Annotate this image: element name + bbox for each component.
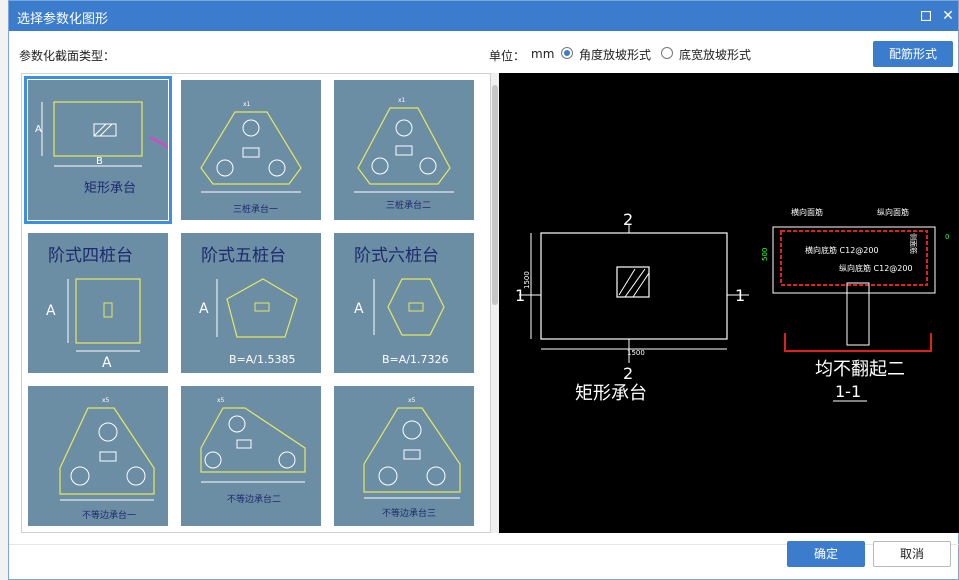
shape-label: 不等边承台三 — [382, 507, 436, 519]
shape-label: 不等边承台一 — [82, 509, 136, 521]
dialog-titlebar: 选择参数化图形 ✕ — [9, 1, 958, 31]
dim-label: B=A/1.7326 — [382, 353, 448, 366]
dim-label: x5 — [102, 397, 110, 404]
plan-title: 矩形承台 — [575, 383, 647, 404]
parametric-shape-dialog: 选择参数化图形 ✕ 参数化截面类型： 单位： mm 角度放坡形式 底宽放坡形式 … — [8, 0, 959, 580]
unit-label: 单位： — [489, 49, 526, 63]
section-dim: 500 — [761, 248, 769, 261]
unit-value: mm — [531, 47, 555, 61]
section-type-label: 参数化截面类型： — [19, 49, 116, 63]
dim-label: x5 — [408, 397, 416, 404]
shape-label: 阶式四桩台 — [48, 246, 133, 266]
dim-height: 1500 — [523, 271, 531, 289]
dim-label: A — [102, 355, 112, 371]
dim-label: A — [35, 124, 42, 135]
rebar-label: 纵向面筋 — [877, 207, 909, 217]
gallery-scrollbar[interactable] — [491, 73, 499, 533]
dim-label: x1 — [398, 97, 406, 104]
shape-label: 三桩承台一 — [233, 203, 278, 215]
shape-cell-unequal-1[interactable]: x5 不等边承台一 — [28, 386, 168, 526]
dialog-title: 选择参数化图形 — [17, 12, 109, 27]
section-mark: 2 — [623, 210, 633, 229]
shape-cell-three-pile-2[interactable]: x1 三桩承台二 — [334, 80, 474, 220]
section-view-label: 1-1 — [835, 382, 861, 401]
dim-label: A — [199, 301, 209, 317]
dim-label: x1 — [243, 101, 251, 108]
dim-label: B — [96, 156, 103, 167]
shape-cell-unequal-3[interactable]: x5 不等边承台三 — [334, 386, 474, 526]
shape-label: 矩形承台 — [84, 181, 136, 196]
shape-cell-three-pile-1[interactable]: x1 三桩承台一 — [181, 80, 321, 220]
rebar-label: 纵向底筋 C12@200 — [839, 263, 913, 273]
cancel-button[interactable]: 取消 — [873, 541, 951, 567]
shape-cell-step-four-pile[interactable]: 阶式四桩台 A A — [28, 233, 168, 373]
close-icon[interactable]: ✕ — [937, 5, 959, 27]
dim-width: 1500 — [627, 349, 645, 357]
section-dim: 0 — [945, 233, 949, 241]
config-rebar-button[interactable]: 配筋形式 — [873, 41, 953, 67]
shape-label: 阶式六桩台 — [354, 246, 439, 266]
scrollbar-thumb[interactable] — [492, 85, 498, 305]
section-mark: 2 — [623, 364, 633, 383]
shape-label: 阶式五桩台 — [201, 246, 286, 266]
shape-cell-rect-cap[interactable]: A B 矩形承台 — [24, 76, 172, 224]
shape-cell-step-five-pile[interactable]: 阶式五桩台 A B=A/1.5385 — [181, 233, 321, 373]
rebar-label: 横向面筋 — [791, 207, 823, 217]
dim-label: x5 — [217, 397, 225, 404]
ok-button[interactable]: 确定 — [787, 541, 865, 567]
shape-cell-unequal-2[interactable]: x5 不等边承台二 — [181, 386, 321, 526]
shape-label: 不等边承台二 — [227, 493, 281, 505]
dim-label: B=A/1.5385 — [229, 353, 295, 366]
shape-cell-step-six-pile[interactable]: 阶式六桩台 A B=A/1.7326 — [334, 233, 474, 373]
dim-label: A — [46, 303, 56, 319]
radio-angle-slope-label[interactable]: 角度放坡形式 — [579, 46, 651, 63]
shape-gallery: A B 矩形承台 x1 三桩承台一 x1 三桩承台二 阶式四桩台 A A 阶式五… — [21, 73, 491, 533]
rebar-label: 侧面筋 — [909, 233, 918, 254]
rebar-label: 横向底筋 C12@200 — [805, 245, 879, 255]
radio-angle-slope[interactable] — [561, 47, 573, 59]
section-view-title: 均不翻起二 — [815, 359, 905, 380]
section-mark: 1 — [735, 286, 745, 305]
maximize-icon[interactable] — [915, 5, 937, 27]
radio-bottom-width-slope-label[interactable]: 底宽放坡形式 — [679, 46, 751, 63]
shape-preview-canvas: 2 1 1 2 1500 1500 矩形承台 横向面筋 纵向面筋 横向底筋 C1… — [499, 73, 959, 533]
shape-label: 三桩承台二 — [386, 199, 431, 211]
radio-bottom-width-slope[interactable] — [661, 47, 673, 59]
dim-label: A — [354, 301, 364, 317]
